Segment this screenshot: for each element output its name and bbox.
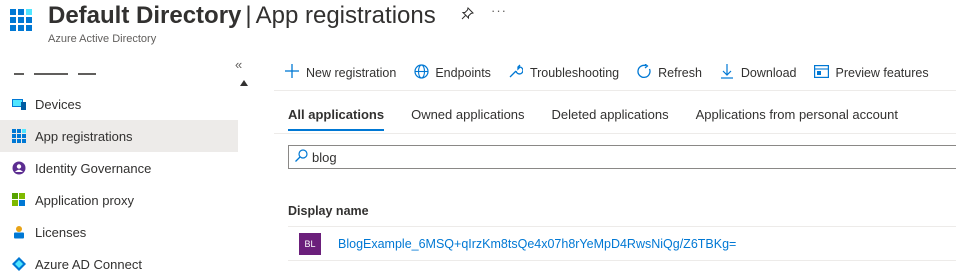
plus-icon bbox=[284, 64, 300, 82]
app-registrations-header-icon bbox=[10, 9, 32, 31]
more-icon[interactable]: ··· bbox=[491, 3, 507, 18]
download-label: Download bbox=[740, 66, 797, 80]
search-box[interactable] bbox=[288, 145, 956, 169]
identity-governance-icon bbox=[12, 161, 26, 175]
command-bar-divider bbox=[274, 90, 956, 91]
page-subtitle: Azure Active Directory bbox=[48, 33, 157, 45]
sidebar-item-identity-governance[interactable]: Identity Governance bbox=[0, 152, 238, 184]
sidebar-item-label: Licenses bbox=[35, 224, 87, 240]
preview-features-label: Preview features bbox=[835, 66, 929, 80]
partially-hidden-nav-item[interactable] bbox=[14, 67, 134, 75]
tab-owned-applications[interactable]: Owned applications bbox=[411, 107, 524, 131]
endpoints-button[interactable]: Endpoints bbox=[413, 63, 491, 83]
sidebar-item-application-proxy[interactable]: Application proxy bbox=[0, 184, 238, 216]
refresh-button[interactable]: Refresh bbox=[636, 63, 702, 83]
collapse-sidebar-icon[interactable]: « bbox=[235, 57, 242, 72]
sidebar-item-label: Azure AD Connect bbox=[35, 256, 142, 272]
preview-features-button[interactable]: Preview features bbox=[814, 64, 929, 82]
sidebar-item-licenses[interactable]: Licenses bbox=[0, 216, 238, 248]
app-name-link[interactable]: BlogExample_6MSQ+qIrzKm8tsQe4x07h8rYeMpD… bbox=[338, 237, 736, 251]
new-registration-button[interactable]: New registration bbox=[284, 64, 396, 82]
azure-ad-connect-icon bbox=[12, 257, 26, 271]
app-registrations-icon bbox=[12, 129, 26, 143]
command-bar: New registration Endpoints Troubleshooti… bbox=[284, 62, 929, 84]
globe-icon bbox=[413, 63, 429, 83]
sidebar-item-devices[interactable]: Devices bbox=[0, 88, 238, 120]
licenses-icon bbox=[12, 225, 26, 239]
search-icon bbox=[295, 149, 308, 165]
page-name: App registrations bbox=[255, 2, 436, 29]
app-tabs: All applications Owned applications Dele… bbox=[288, 107, 925, 131]
app-initials-avatar: BL bbox=[299, 232, 321, 255]
troubleshooting-button[interactable]: Troubleshooting bbox=[508, 64, 619, 83]
scroll-up-arrow-icon[interactable] bbox=[240, 80, 248, 86]
application-proxy-icon bbox=[12, 193, 26, 207]
troubleshooting-label: Troubleshooting bbox=[529, 66, 620, 80]
tab-personal-account-applications[interactable]: Applications from personal account bbox=[696, 107, 898, 131]
sidebar-item-app-registrations[interactable]: App registrations bbox=[0, 120, 238, 152]
sidebar-item-azure-ad-connect[interactable]: Azure AD Connect bbox=[0, 248, 238, 280]
tabs-divider bbox=[274, 133, 956, 134]
sidebar-item-label: Application proxy bbox=[35, 192, 134, 208]
table-row[interactable]: BL BlogExample_6MSQ+qIrzKm8tsQe4x07h8rYe… bbox=[288, 227, 956, 260]
new-registration-label: New registration bbox=[306, 66, 397, 80]
column-header-display-name[interactable]: Display name bbox=[288, 204, 369, 218]
refresh-label: Refresh bbox=[658, 66, 702, 80]
devices-icon bbox=[12, 97, 26, 111]
endpoints-label: Endpoints bbox=[435, 66, 491, 80]
tab-deleted-applications[interactable]: Deleted applications bbox=[552, 107, 669, 131]
preview-features-icon bbox=[814, 64, 830, 82]
sidebar-item-label: Identity Governance bbox=[35, 160, 152, 176]
download-button[interactable]: Download bbox=[719, 63, 797, 83]
tab-all-applications[interactable]: All applications bbox=[288, 107, 385, 131]
title-separator: | bbox=[245, 2, 252, 29]
page-title: Default Directory | App registrations bbox=[48, 1, 436, 31]
directory-name: Default Directory bbox=[48, 2, 242, 29]
download-icon bbox=[719, 63, 735, 83]
sidebar-item-label: Devices bbox=[35, 96, 82, 112]
pin-icon[interactable] bbox=[461, 7, 474, 23]
sidebar-item-label: App registrations bbox=[35, 128, 133, 144]
row-divider bbox=[288, 260, 956, 261]
wrench-icon bbox=[508, 64, 525, 83]
search-input[interactable] bbox=[312, 149, 912, 165]
refresh-icon bbox=[636, 63, 652, 83]
